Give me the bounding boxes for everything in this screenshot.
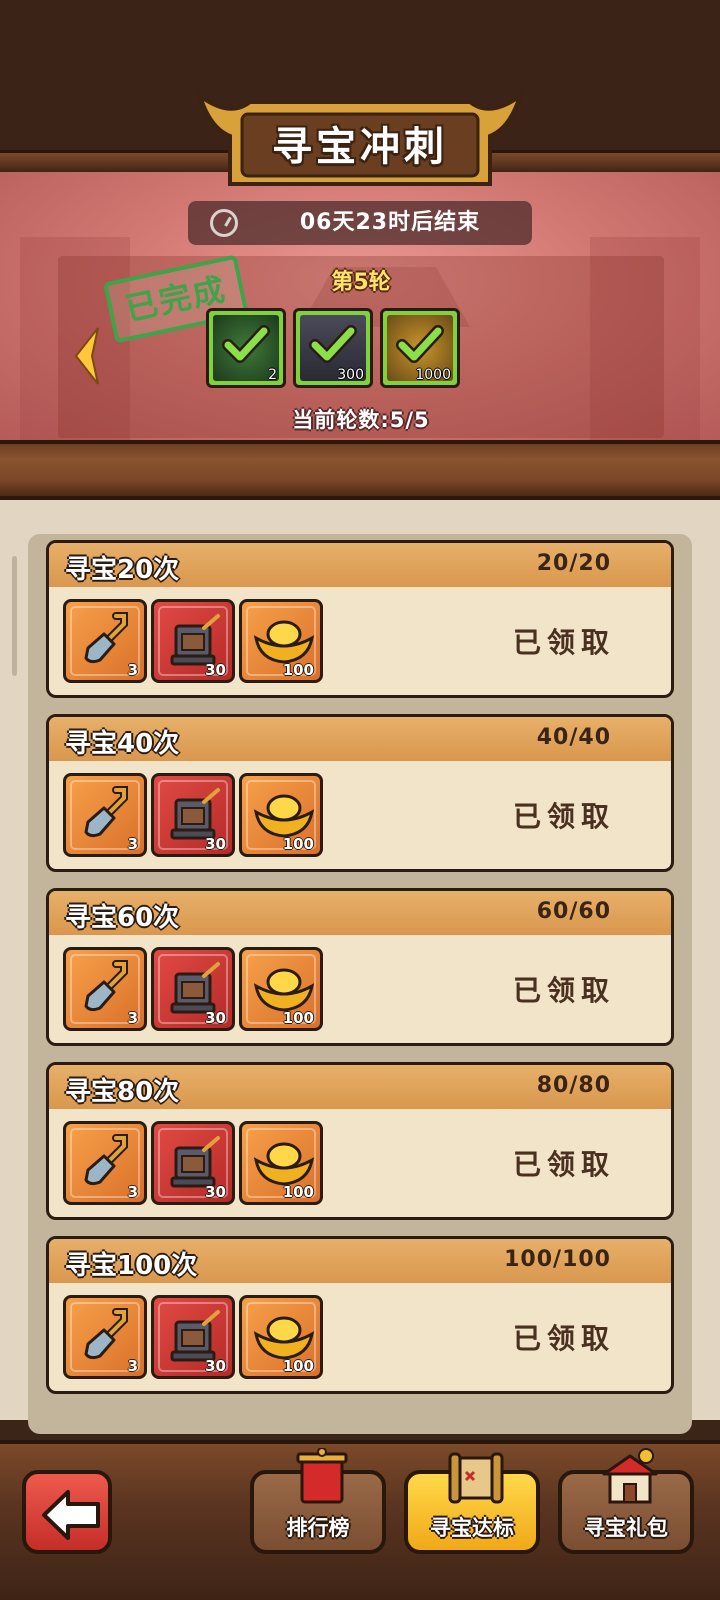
clock-icon bbox=[210, 209, 238, 237]
reward-slot[interactable]: 100 bbox=[239, 773, 323, 857]
scrollbar[interactable] bbox=[12, 556, 17, 676]
reward-quantity: 30 bbox=[205, 1357, 226, 1375]
task-progress: 40/40 bbox=[536, 725, 611, 750]
timer-text: 06天23时后结束 bbox=[299, 210, 481, 235]
reward-slot[interactable]: 30 bbox=[151, 1295, 235, 1379]
reward-quantity: 100 bbox=[282, 661, 314, 679]
check-icon bbox=[309, 325, 357, 364]
shop-house-icon bbox=[602, 1448, 658, 1504]
round-reward-jade[interactable]: 2 bbox=[206, 308, 286, 388]
task-progress: 20/20 bbox=[536, 551, 611, 576]
task-title: 寻宝20次 bbox=[65, 555, 180, 585]
event-timer: 06天23时后结束 bbox=[188, 201, 532, 245]
reward-quantity: 3 bbox=[127, 661, 138, 679]
task-title: 寻宝100次 bbox=[65, 1251, 198, 1281]
reward-quantity: 3 bbox=[127, 1183, 138, 1201]
back-button[interactable] bbox=[22, 1470, 112, 1554]
claimed-status: 已领取 bbox=[512, 974, 615, 1007]
reward-slot[interactable]: 3 bbox=[63, 947, 147, 1031]
round-reward-count: 1000 bbox=[415, 367, 451, 383]
reward-slot[interactable]: 3 bbox=[63, 1295, 147, 1379]
task-card: 寻宝60次 60/60 已领取 3 30 100 bbox=[46, 888, 674, 1046]
reward-quantity: 30 bbox=[205, 1183, 226, 1201]
reward-slot[interactable]: 100 bbox=[239, 1295, 323, 1379]
reward-slot[interactable]: 3 bbox=[63, 1121, 147, 1205]
nav-treasure-goal-button[interactable]: 寻宝达标 bbox=[404, 1452, 540, 1554]
previous-round-arrow-icon[interactable] bbox=[72, 326, 102, 386]
reward-quantity: 3 bbox=[127, 1009, 138, 1027]
page-title: 寻宝冲刺 bbox=[272, 124, 448, 170]
reward-slot[interactable]: 100 bbox=[239, 1121, 323, 1205]
claimed-status: 已领取 bbox=[512, 800, 615, 833]
treasure-map-scroll-icon bbox=[448, 1452, 504, 1504]
round-reward-gold[interactable]: 1000 bbox=[380, 308, 460, 388]
reward-slot[interactable]: 30 bbox=[151, 1121, 235, 1205]
leaderboard-banner-icon bbox=[296, 1448, 348, 1504]
nav-leaderboard-label: 排行榜 bbox=[286, 1516, 350, 1540]
round-reward-count: 2 bbox=[268, 367, 277, 383]
reward-quantity: 100 bbox=[282, 1009, 314, 1027]
task-progress: 60/60 bbox=[536, 899, 611, 924]
check-icon bbox=[222, 325, 270, 364]
reward-quantity: 30 bbox=[205, 1009, 226, 1027]
nav-leaderboard-button[interactable]: 排行榜 bbox=[250, 1448, 386, 1554]
reward-slot[interactable]: 3 bbox=[63, 599, 147, 683]
back-arrow-icon bbox=[42, 1490, 100, 1540]
reward-quantity: 30 bbox=[205, 835, 226, 853]
task-card: 寻宝20次 20/20 已领取 3 30 100 bbox=[46, 540, 674, 698]
claimed-status: 已领取 bbox=[512, 1148, 615, 1181]
banner-bottom-rail bbox=[0, 440, 720, 500]
reward-slot[interactable]: 30 bbox=[151, 599, 235, 683]
task-progress: 100/100 bbox=[504, 1247, 611, 1272]
reward-slot[interactable]: 3 bbox=[63, 773, 147, 857]
claimed-status: 已领取 bbox=[512, 626, 615, 659]
title-plaque: 寻宝冲刺 bbox=[190, 88, 530, 188]
reward-quantity: 3 bbox=[127, 835, 138, 853]
reward-quantity: 100 bbox=[282, 835, 314, 853]
nav-treasure-pack-button[interactable]: 寻宝礼包 bbox=[558, 1448, 694, 1554]
reward-quantity: 100 bbox=[282, 1357, 314, 1375]
check-icon bbox=[396, 325, 444, 364]
round-progress: 当前轮数:5/5 bbox=[292, 408, 430, 432]
nav-treasure-pack-label: 寻宝礼包 bbox=[584, 1516, 668, 1540]
reward-quantity: 30 bbox=[205, 661, 226, 679]
reward-quantity: 3 bbox=[127, 1357, 138, 1375]
task-card: 寻宝40次 40/40 已领取 3 30 100 bbox=[46, 714, 674, 872]
reward-quantity: 100 bbox=[282, 1183, 314, 1201]
claimed-status: 已领取 bbox=[512, 1322, 615, 1355]
reward-slot[interactable]: 100 bbox=[239, 947, 323, 1031]
reward-slot[interactable]: 100 bbox=[239, 599, 323, 683]
task-card: 寻宝80次 80/80 已领取 3 30 100 bbox=[46, 1062, 674, 1220]
task-card: 寻宝100次 100/100 已领取 3 30 100 bbox=[46, 1236, 674, 1394]
reward-slot[interactable]: 30 bbox=[151, 773, 235, 857]
task-title: 寻宝80次 bbox=[65, 1077, 180, 1107]
round-reward-count: 300 bbox=[337, 367, 364, 383]
nav-treasure-goal-label: 寻宝达标 bbox=[430, 1516, 514, 1540]
task-title: 寻宝40次 bbox=[65, 729, 180, 759]
task-title: 寻宝60次 bbox=[65, 903, 180, 933]
reward-slot[interactable]: 30 bbox=[151, 947, 235, 1031]
task-progress: 80/80 bbox=[536, 1073, 611, 1098]
round-reward-chest[interactable]: 300 bbox=[293, 308, 373, 388]
